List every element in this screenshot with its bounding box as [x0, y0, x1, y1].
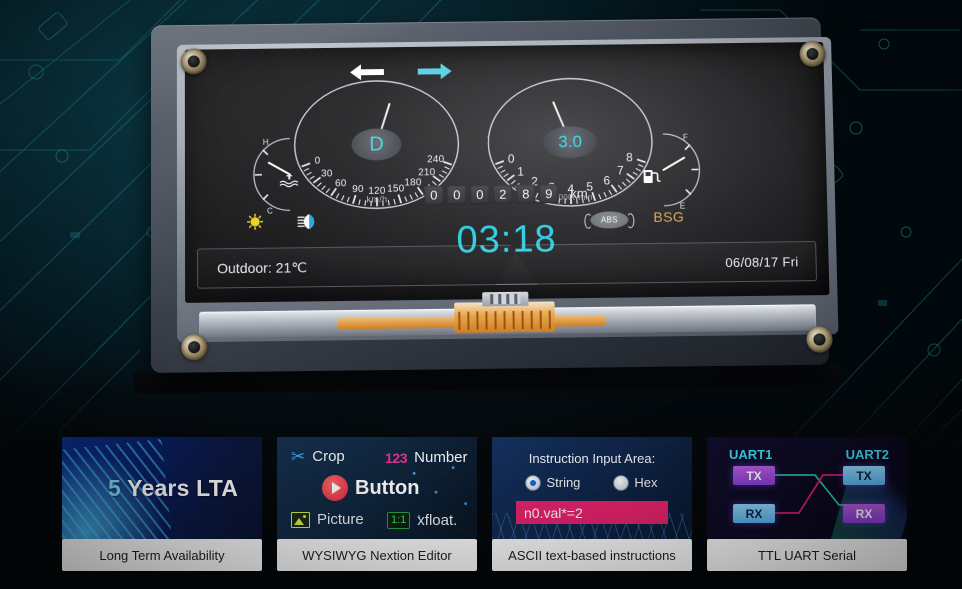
- editor-item-button[interactable]: Button: [322, 475, 419, 501]
- gauge-tick-label: 1: [517, 164, 525, 179]
- uart1-label: UART1: [729, 447, 773, 462]
- abs-label: ABS: [600, 215, 618, 225]
- device-bezel: H C F E 0 30 60 90 120 150 180 210 240 D…: [150, 17, 839, 373]
- gauge-tick-label: 6: [603, 173, 611, 188]
- gauge-tick-label: 60: [334, 177, 347, 189]
- temp-high-label: H: [262, 137, 269, 147]
- feature-cards: 5 Years LTA Long Term Availability ✂ Cro…: [0, 437, 962, 571]
- picture-icon: [291, 511, 310, 528]
- mounting-hole: [806, 326, 833, 353]
- radio-string[interactable]: String: [526, 475, 580, 490]
- fuel-full-label: F: [682, 132, 688, 142]
- sun-icon: [247, 213, 263, 230]
- flex-ribbon-connector: [454, 301, 555, 333]
- gauge-tick-label: 0: [507, 151, 515, 166]
- ribbon-cable-left: [337, 316, 461, 330]
- uart2-rx-pin: RX: [843, 504, 885, 523]
- odometer-unit: km: [570, 185, 588, 201]
- speed-unit-label: km/h: [366, 194, 388, 205]
- number-123-icon: 123: [385, 449, 408, 466]
- date-display: 06/08/17 Fri: [725, 254, 799, 271]
- odometer-digit: 0: [447, 185, 467, 205]
- editor-item-xfloat[interactable]: 1:1 xfloat.: [387, 512, 457, 529]
- ratio-1-1-icon: 1:1: [387, 512, 411, 529]
- gauge-tick-label: 0: [314, 155, 321, 167]
- scissors-icon: ✂: [291, 447, 306, 466]
- ribbon-cable-right: [548, 314, 606, 327]
- lta-title-rest: Years LTA: [121, 475, 239, 501]
- odometer: 0 0 0 2 8 9 km: [424, 184, 588, 205]
- card-caption: Long Term Availability: [62, 539, 262, 571]
- status-bar: Outdoor: 21℃ 06/08/17 Fri: [197, 241, 817, 289]
- card-artwork: ✂ Crop 123 Number Button Picture 1:1 xfl…: [277, 437, 477, 539]
- card-ascii-instructions[interactable]: Instruction Input Area: String Hex n0.va…: [492, 437, 692, 571]
- connector-tab: [482, 291, 529, 307]
- radio-hex[interactable]: Hex: [614, 475, 658, 490]
- odometer-digit: 8: [516, 184, 536, 204]
- uart1-tx-pin: TX: [733, 466, 775, 485]
- mounting-hole: [181, 333, 208, 361]
- card-caption: TTL UART Serial: [707, 539, 907, 571]
- radio-indicator[interactable]: [614, 475, 629, 490]
- card-artwork: Instruction Input Area: String Hex n0.va…: [492, 437, 692, 539]
- odometer-digit: 0: [424, 185, 444, 205]
- format-radio-group: String Hex: [492, 475, 692, 490]
- editor-item-label: Picture: [317, 511, 364, 528]
- card-artwork: UART1 UART2 TX RX TX RX: [707, 437, 907, 539]
- instruction-area-title: Instruction Input Area:: [528, 451, 656, 466]
- abs-indicator: ABS: [590, 211, 629, 229]
- gauge-tick-label: 150: [387, 183, 405, 195]
- temp-low-label: C: [267, 206, 273, 216]
- gauge-tick-label: 180: [404, 176, 422, 189]
- card-ttl-uart-serial[interactable]: UART1 UART2 TX RX TX RX TTL UART Serial: [707, 437, 907, 571]
- lta-title: 5 Years LTA: [108, 475, 238, 502]
- card-caption: WYSIWYG Nextion Editor: [277, 539, 477, 571]
- editor-item-number[interactable]: 123 Number: [385, 449, 468, 466]
- odometer-digit: 9: [539, 184, 559, 204]
- card-caption: ASCII text-based instructions: [492, 539, 692, 571]
- odometer-digit: 2: [493, 184, 513, 204]
- rpm-value: 3.0: [558, 132, 583, 152]
- radio-label: Hex: [634, 475, 658, 490]
- lcd-screen[interactable]: H C F E 0 30 60 90 120 150 180 210 240 D…: [184, 41, 830, 303]
- editor-item-picture[interactable]: Picture: [291, 511, 364, 528]
- play-button-icon: [322, 475, 348, 501]
- editor-item-label: Crop: [312, 448, 345, 465]
- gear-value: D: [369, 132, 384, 156]
- screenshot-root: H C F E 0 30 60 90 120 150 180 210 240 D…: [0, 0, 962, 589]
- lcd-module: H C F E 0 30 60 90 120 150 180 210 240 D…: [124, 5, 851, 404]
- dashboard-ui: H C F E 0 30 60 90 120 150 180 210 240 D…: [185, 42, 830, 303]
- odometer-digit: 0: [470, 184, 490, 205]
- radio-indicator-selected[interactable]: [526, 475, 541, 490]
- gauge-tick-label: 90: [352, 183, 364, 195]
- editor-item-label: xfloat.: [417, 512, 458, 529]
- uart1-rx-pin: RX: [733, 504, 775, 523]
- uart2-tx-pin: TX: [843, 466, 885, 485]
- gauge-tick-label: 210: [418, 166, 436, 178]
- editor-item-label: Number: [414, 449, 468, 466]
- bsg-indicator: BSG: [653, 208, 685, 225]
- gauge-tick-label: 30: [321, 168, 333, 180]
- editor-item-label: Button: [355, 476, 420, 499]
- gauge-tick-label: 8: [625, 150, 634, 165]
- instruction-input[interactable]: n0.val*=2: [516, 501, 668, 524]
- card-nextion-editor[interactable]: ✂ Crop 123 Number Button Picture 1:1 xfl…: [277, 437, 477, 571]
- card-long-term-availability[interactable]: 5 Years LTA Long Term Availability: [62, 437, 262, 571]
- editor-item-crop[interactable]: ✂ Crop: [291, 448, 345, 465]
- lta-number: 5: [108, 475, 121, 501]
- outdoor-temperature: Outdoor: 21℃: [217, 259, 308, 277]
- mounting-hole: [799, 40, 826, 67]
- low-beam-headlight-icon: [297, 214, 314, 229]
- gauge-tick-label: 7: [616, 163, 625, 178]
- card-artwork: 5 Years LTA: [62, 437, 262, 539]
- gauge-tick-label: 240: [427, 154, 445, 166]
- radio-label: String: [546, 475, 581, 490]
- uart2-label: UART2: [845, 447, 889, 462]
